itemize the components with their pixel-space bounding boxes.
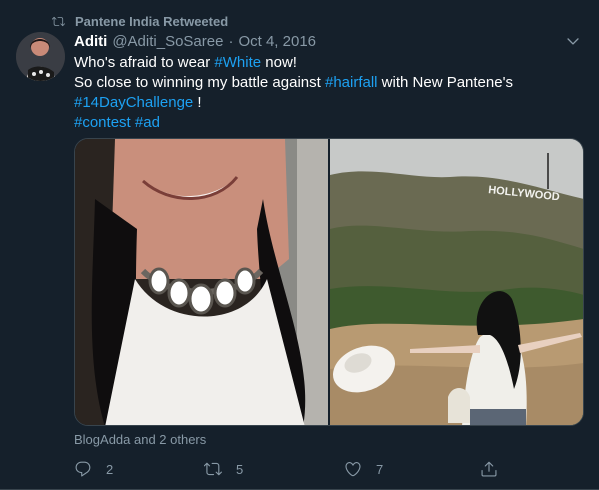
hashtag-white[interactable]: #White <box>214 54 261 71</box>
tweet-actions: 2 5 7 <box>74 458 514 480</box>
author-handle[interactable]: @Aditi_SoSaree <box>112 33 223 50</box>
hashtag-contest[interactable]: #contest <box>74 114 131 131</box>
tweet-card[interactable]: Pantene India Retweeted Aditi @Aditi_SoS… <box>0 0 599 490</box>
hashtag-14daychallenge[interactable]: #14DayChallenge <box>74 94 193 111</box>
separator-dot: · <box>228 32 234 50</box>
retweet-count: 5 <box>236 461 244 477</box>
tweet-text-segment: So close to winning my battle against <box>74 74 325 91</box>
reply-count: 2 <box>106 461 114 477</box>
like-count: 7 <box>376 461 384 477</box>
retweet-context[interactable]: Pantene India Retweeted <box>52 12 228 30</box>
retweet-icon <box>52 16 65 26</box>
like-icon <box>345 462 361 477</box>
retweet-button[interactable]: 5 <box>204 458 243 480</box>
tweet-text-segment: ! <box>193 94 202 111</box>
share-button[interactable] <box>480 458 512 480</box>
tweet-text-segment: Who's afraid to wear <box>74 54 215 71</box>
author-name[interactable]: Aditi <box>74 33 107 50</box>
reply-button[interactable]: 2 <box>74 458 113 480</box>
retweet-icon <box>204 462 222 476</box>
like-button[interactable]: 7 <box>344 458 383 480</box>
media-grid: HOLLYWOOD <box>74 138 584 426</box>
share-icon <box>481 461 497 477</box>
chevron-down-icon[interactable] <box>565 33 581 49</box>
tweet-header: Aditi @Aditi_SoSaree · Oct 4, 2016 <box>74 31 316 51</box>
tweet-date[interactable]: Oct 4, 2016 <box>238 33 316 50</box>
tweet-text-segment: now! <box>261 54 297 71</box>
avatar[interactable] <box>16 32 65 81</box>
retweet-context-text: Pantene India Retweeted <box>75 13 229 29</box>
hashtag-hairfall[interactable]: #hairfall <box>325 74 378 91</box>
tweet-text-segment: with New Pantene's <box>377 74 513 91</box>
liked-by-text[interactable]: BlogAdda and 2 others <box>74 432 206 447</box>
hollywood-sign-photo[interactable]: HOLLYWOOD <box>330 139 583 425</box>
reply-icon <box>75 461 91 477</box>
woman-white-necklace-photo[interactable] <box>75 139 328 425</box>
tweet-text: Who's afraid to wear #White now! So clos… <box>74 53 584 133</box>
hashtag-ad[interactable]: #ad <box>135 114 160 131</box>
